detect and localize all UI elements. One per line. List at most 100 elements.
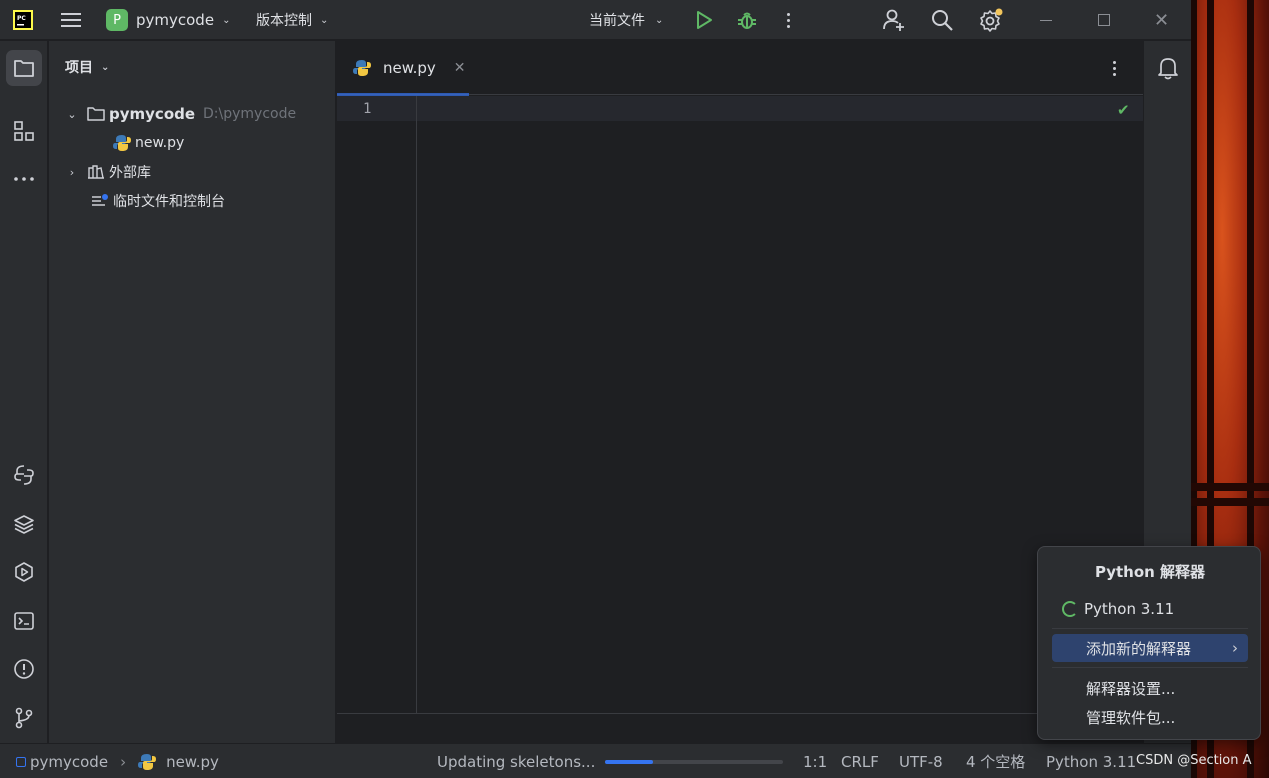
wallpaper-stripe: [1191, 498, 1269, 506]
tab-label: new.py: [383, 59, 436, 77]
services-tool-button[interactable]: [6, 554, 42, 590]
tree-item-label: pymycode: [109, 105, 196, 123]
tree-item-label: new.py: [135, 135, 185, 151]
close-icon: ✕: [1154, 9, 1170, 31]
manage-packages-item[interactable]: 管理软件包...: [1052, 703, 1248, 731]
title-bar: PC P pymycode ⌄ 版本控制 ⌄ 当前文件 ⌄ ✕: [0, 0, 1191, 40]
folder-icon: [87, 105, 105, 123]
more-actions-button[interactable]: [783, 0, 793, 40]
python-file-icon: [113, 134, 131, 152]
tree-item-root[interactable]: ⌄ pymycode D:\pymycode: [67, 100, 296, 128]
git-branch-icon: [15, 707, 33, 729]
vcs-menu[interactable]: 版本控制 ⌄: [256, 0, 328, 40]
vcs-label: 版本控制: [256, 13, 312, 29]
background-task[interactable]: Updating skeletons...: [437, 744, 784, 778]
folder-icon: [14, 60, 34, 77]
project-badge: P: [106, 9, 128, 31]
status-bar: pymycode › new.py Updating skeletons... …: [0, 743, 1191, 778]
run-button[interactable]: [695, 0, 715, 40]
tree-item-label: 临时文件和控制台: [113, 194, 225, 210]
bug-icon: [738, 12, 756, 29]
chevron-down-icon: ⌄: [101, 61, 110, 73]
run-config-selector[interactable]: 当前文件 ⌄: [589, 0, 663, 40]
watermark: CSDN @Section A: [1136, 753, 1252, 768]
debug-button[interactable]: [736, 0, 758, 40]
more-tools-button[interactable]: [6, 161, 42, 197]
loading-spinner-icon: [1062, 601, 1078, 617]
python-packages-button[interactable]: [6, 457, 42, 493]
git-tool-button[interactable]: [6, 700, 42, 736]
maximize-icon: [1098, 14, 1110, 26]
structure-tool-button[interactable]: [6, 113, 42, 149]
interpreter-selector[interactable]: Python 3.11: [1046, 744, 1136, 778]
add-interpreter-item[interactable]: 添加新的解释器 ›: [1052, 634, 1248, 662]
search-everywhere-button[interactable]: [930, 0, 954, 40]
chevron-down-icon: ⌄: [655, 14, 664, 26]
task-progress-fill: [605, 759, 654, 764]
scratches-icon: [91, 192, 109, 210]
more-dot: [786, 18, 790, 22]
tree-item-scratches[interactable]: 临时文件和控制台: [91, 187, 225, 215]
main-menu-button[interactable]: [60, 0, 82, 40]
code-with-me-button[interactable]: [882, 0, 908, 40]
play-circle-icon: [15, 562, 33, 582]
minimize-icon: [1040, 19, 1052, 21]
line-separator[interactable]: CRLF: [841, 744, 879, 778]
chevron-right-icon: ›: [120, 752, 127, 771]
tree-item-external-libs[interactable]: › 外部库: [67, 158, 151, 186]
svg-text:PC: PC: [17, 15, 26, 22]
layers-tool-button[interactable]: [6, 506, 42, 542]
tree-item-file[interactable]: new.py: [113, 129, 184, 157]
notifications-button[interactable]: [1150, 50, 1186, 86]
popup-divider: [1052, 628, 1248, 629]
check-icon[interactable]: ✔: [1117, 101, 1130, 119]
project-switcher[interactable]: P pymycode ⌄: [106, 0, 230, 40]
library-icon: [87, 163, 105, 181]
tab-new-py[interactable]: new.py ✕: [337, 41, 469, 96]
run-config-label: 当前文件: [589, 13, 645, 29]
tab-options-button[interactable]: [1113, 61, 1119, 76]
wallpaper-stripe: [1191, 483, 1269, 491]
terminal-tool-button[interactable]: [6, 603, 42, 639]
alert-circle-icon: [14, 659, 34, 679]
layers-icon: [14, 515, 34, 534]
window-minimize-button[interactable]: [1040, 0, 1056, 40]
project-panel-title: 项目: [65, 60, 93, 76]
line-number-gutter: 1: [337, 96, 417, 713]
chevron-down-icon[interactable]: ⌄: [67, 108, 77, 121]
module-icon: [16, 756, 26, 767]
more-dot: [1113, 61, 1116, 64]
interpreter-option-current[interactable]: Python 3.11: [1052, 595, 1248, 623]
project-panel-header[interactable]: 项目 ⌄: [65, 57, 109, 77]
add-user-icon: [883, 9, 904, 31]
bell-icon: [1158, 58, 1178, 80]
gear-icon: [980, 8, 1003, 32]
pycharm-logo[interactable]: PC: [13, 0, 33, 40]
more-dot: [786, 12, 790, 16]
caret-position[interactable]: 1:1: [803, 744, 827, 778]
terminal-icon: [14, 612, 34, 630]
close-icon[interactable]: ✕: [454, 60, 466, 76]
window-close-button[interactable]: ✕: [1154, 0, 1170, 40]
task-label: Updating skeletons...: [437, 752, 596, 771]
chevron-right-icon: ›: [1232, 639, 1238, 657]
breadcrumb-file[interactable]: new.py: [166, 753, 219, 771]
indent-setting[interactable]: 4 个空格: [966, 744, 1025, 778]
interpreter-settings-item[interactable]: 解释器设置...: [1052, 674, 1248, 702]
more-dot: [1113, 67, 1116, 70]
chevron-right-icon[interactable]: ›: [67, 166, 77, 179]
file-encoding[interactable]: UTF-8: [899, 744, 943, 778]
breadcrumb-project[interactable]: pymycode: [30, 753, 108, 771]
problems-tool-button[interactable]: [6, 651, 42, 687]
popup-title: Python 解释器: [1094, 563, 1206, 581]
left-tool-strip: [0, 41, 48, 743]
run-icon: [697, 11, 712, 29]
settings-button[interactable]: [978, 0, 1004, 40]
editor-area: new.py ✕ 1 ✔: [337, 41, 1143, 743]
window-maximize-button[interactable]: [1098, 0, 1112, 40]
ide-window: PC P pymycode ⌄ 版本控制 ⌄ 当前文件 ⌄ ✕ 项目 ⌄ ⌄ p…: [0, 0, 1261, 778]
editor-tab-bar: new.py ✕: [337, 41, 1143, 96]
project-tool-button[interactable]: [6, 50, 42, 86]
interpreter-settings-label: 解释器设置...: [1086, 679, 1176, 698]
chevron-down-icon: ⌄: [222, 14, 231, 26]
